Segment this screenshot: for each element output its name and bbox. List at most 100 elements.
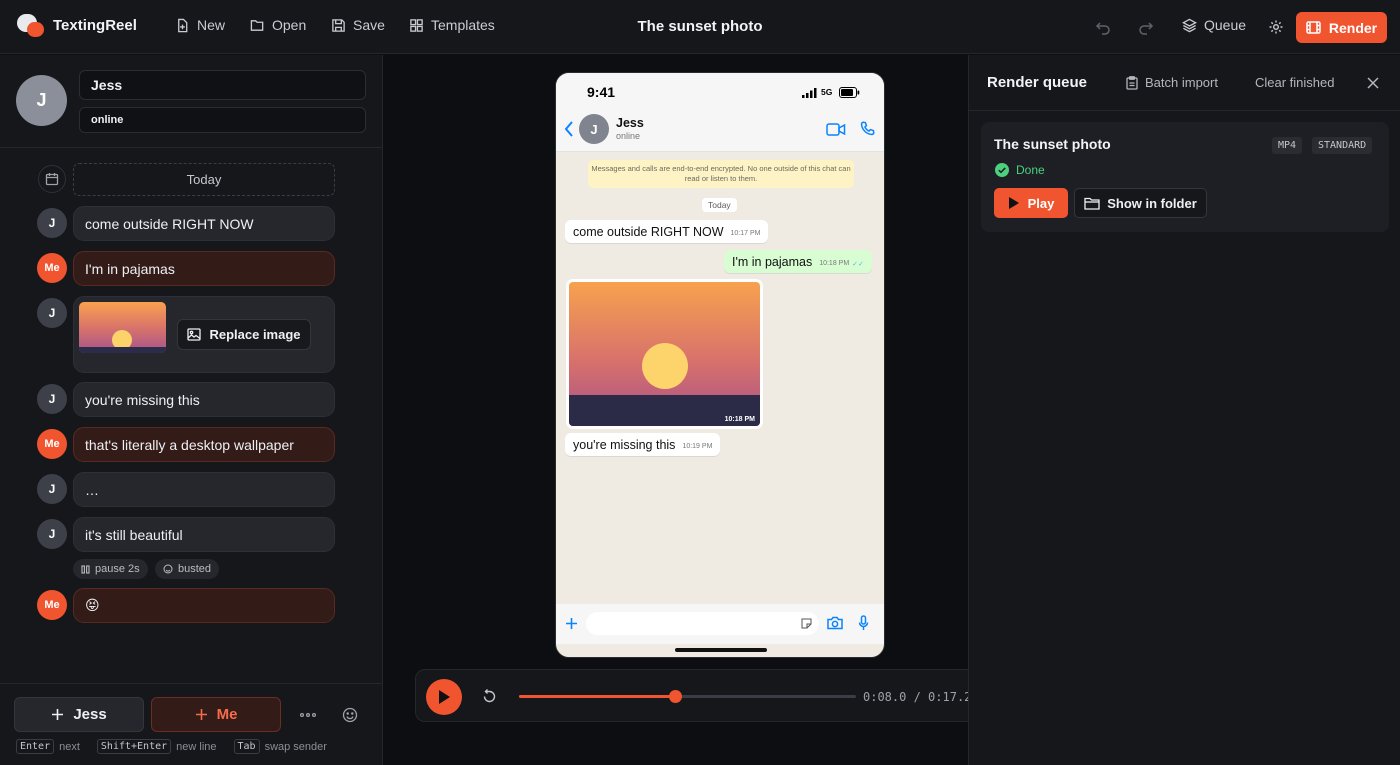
phone-image-bubble: 10:18 PM [566, 279, 763, 429]
phone-time: 9:41 [587, 84, 616, 100]
timeline-scrubber[interactable] [519, 690, 856, 703]
new-file-icon [178, 18, 188, 32]
sender-avatar-jess[interactable]: J [37, 384, 67, 414]
camera-icon [827, 616, 843, 630]
restart-button[interactable] [478, 685, 500, 707]
kbd-shift-enter: Shift+Enter [96, 739, 172, 754]
message-bubble[interactable]: that's literally a desktop wallpaper [73, 427, 335, 462]
check-circle-icon [995, 163, 1009, 177]
home-indicator [675, 648, 767, 652]
reaction-chip[interactable]: busted [155, 559, 220, 579]
plus-icon [52, 709, 64, 720]
message-bubble[interactable]: it's still beautiful [73, 517, 335, 552]
sunset-image: 10:18 PM [569, 282, 760, 426]
clipboard-icon [1126, 75, 1138, 90]
message-bubble[interactable]: I'm in pajamas [73, 251, 335, 286]
save-button[interactable]: Save [331, 17, 385, 33]
settings-button[interactable] [1265, 16, 1287, 38]
redo-button[interactable] [1135, 16, 1157, 38]
clear-finished-button[interactable]: Clear finished [1255, 75, 1335, 90]
layers-icon [1182, 18, 1197, 32]
timeline-progress [519, 695, 676, 698]
sender-avatar-me[interactable]: Me [37, 590, 67, 620]
more-options-button[interactable] [297, 704, 319, 726]
contact-header: J Jess online [0, 55, 383, 148]
undo-button[interactable] [1092, 16, 1114, 38]
contact-name-field[interactable]: Jess [79, 70, 366, 100]
sender-avatar-jess[interactable]: J [37, 298, 67, 328]
sender-avatar-me[interactable]: Me [37, 253, 67, 283]
date-divider-toggle[interactable] [38, 165, 66, 193]
play-icon [1008, 197, 1019, 209]
phone-message-field [586, 612, 819, 635]
queue-item-title: The sunset photo [994, 136, 1111, 152]
play-render-button[interactable]: Play [994, 188, 1068, 218]
image-icon [187, 328, 202, 341]
format-badge: MP4 [1272, 137, 1303, 154]
replace-image-button[interactable]: Replace image [177, 319, 311, 350]
sender-avatar-me[interactable]: Me [37, 429, 67, 459]
templates-grid-icon [410, 18, 423, 32]
new-button[interactable]: New [175, 17, 225, 33]
app-name: TextingReel [53, 17, 137, 34]
network-label: 5G [821, 87, 833, 97]
playback-bar: 0:08.0 / 0:17.2 [415, 669, 975, 722]
status-badge: Done [995, 163, 1045, 177]
contact-status-field[interactable]: online [79, 107, 366, 133]
script-editor-panel: J Jess online Today J come outside RIGHT… [0, 55, 383, 765]
keyboard-hints: Enter next Shift+Enter new line Tab swap… [16, 739, 327, 754]
close-panel-button[interactable] [1362, 72, 1384, 94]
render-queue-panel: Render queue Batch import Clear finished… [968, 55, 1400, 765]
phone-bubble-incoming: you're missing this 10:19 PM [565, 433, 721, 456]
contact-avatar[interactable]: J [16, 75, 67, 126]
restart-icon [483, 688, 495, 702]
open-button[interactable]: Open [250, 17, 306, 33]
save-icon [332, 18, 345, 32]
message-bubble[interactable]: 😝 [73, 588, 335, 623]
image-message-bubble[interactable]: Replace image [73, 296, 335, 373]
sticker-icon [801, 618, 812, 629]
logo-icon [17, 14, 45, 40]
sender-avatar-jess[interactable]: J [37, 208, 67, 238]
pause-chip[interactable]: pause 2s [73, 559, 148, 579]
document-title[interactable]: The sunset photo [638, 18, 763, 35]
render-button[interactable]: Render [1296, 12, 1387, 43]
render-queue-header: Render queue Batch import Clear finished [969, 55, 1400, 111]
smiley-icon [342, 707, 358, 723]
play-preview-button[interactable] [426, 679, 462, 715]
encryption-notice: Messages and calls are end-to-end encryp… [588, 160, 854, 188]
message-bubble[interactable]: come outside RIGHT NOW [73, 206, 335, 241]
calendar-icon [45, 173, 59, 186]
sender-avatar-jess[interactable]: J [37, 519, 67, 549]
play-icon [439, 690, 450, 704]
kbd-enter: Enter [16, 739, 55, 754]
queue-button[interactable]: Queue [1182, 17, 1246, 33]
timecode: 0:08.0 / 0:17.2 [863, 690, 968, 704]
microphone-icon [858, 615, 869, 630]
sender-avatar-jess[interactable]: J [37, 474, 67, 504]
add-jess-message-button[interactable]: Jess [14, 697, 144, 732]
signal-icon [802, 88, 817, 98]
back-chevron-icon [564, 121, 573, 137]
scrubber-handle[interactable] [669, 690, 683, 703]
message-bubble[interactable]: you're missing this [73, 382, 335, 417]
message-bubble[interactable]: … [73, 472, 335, 507]
preview-area: 9:41 5G J Jess online Messages and calls… [384, 55, 975, 765]
phone-contact-avatar: J [579, 114, 609, 144]
phone-contact-status: online [616, 131, 641, 141]
folder-open-icon [250, 19, 264, 31]
date-divider[interactable]: Today [73, 163, 335, 196]
ellipsis-icon [300, 713, 316, 717]
phone-bubble-outgoing: I'm in pajamas 10:18 PM ✓✓ [724, 250, 872, 273]
plus-icon [195, 709, 207, 720]
close-icon [1367, 77, 1379, 89]
render-queue-title: Render queue [987, 74, 1088, 91]
batch-import-button[interactable]: Batch import [1126, 75, 1218, 90]
templates-button[interactable]: Templates [409, 17, 495, 33]
show-in-folder-button[interactable]: Show in folder [1074, 188, 1207, 218]
emoji-button[interactable] [339, 704, 361, 726]
add-me-message-button[interactable]: Me [151, 697, 281, 732]
video-call-icon [826, 123, 846, 136]
phone-status-bar: 9:41 5G [556, 73, 884, 113]
phone-call-icon [860, 121, 875, 136]
